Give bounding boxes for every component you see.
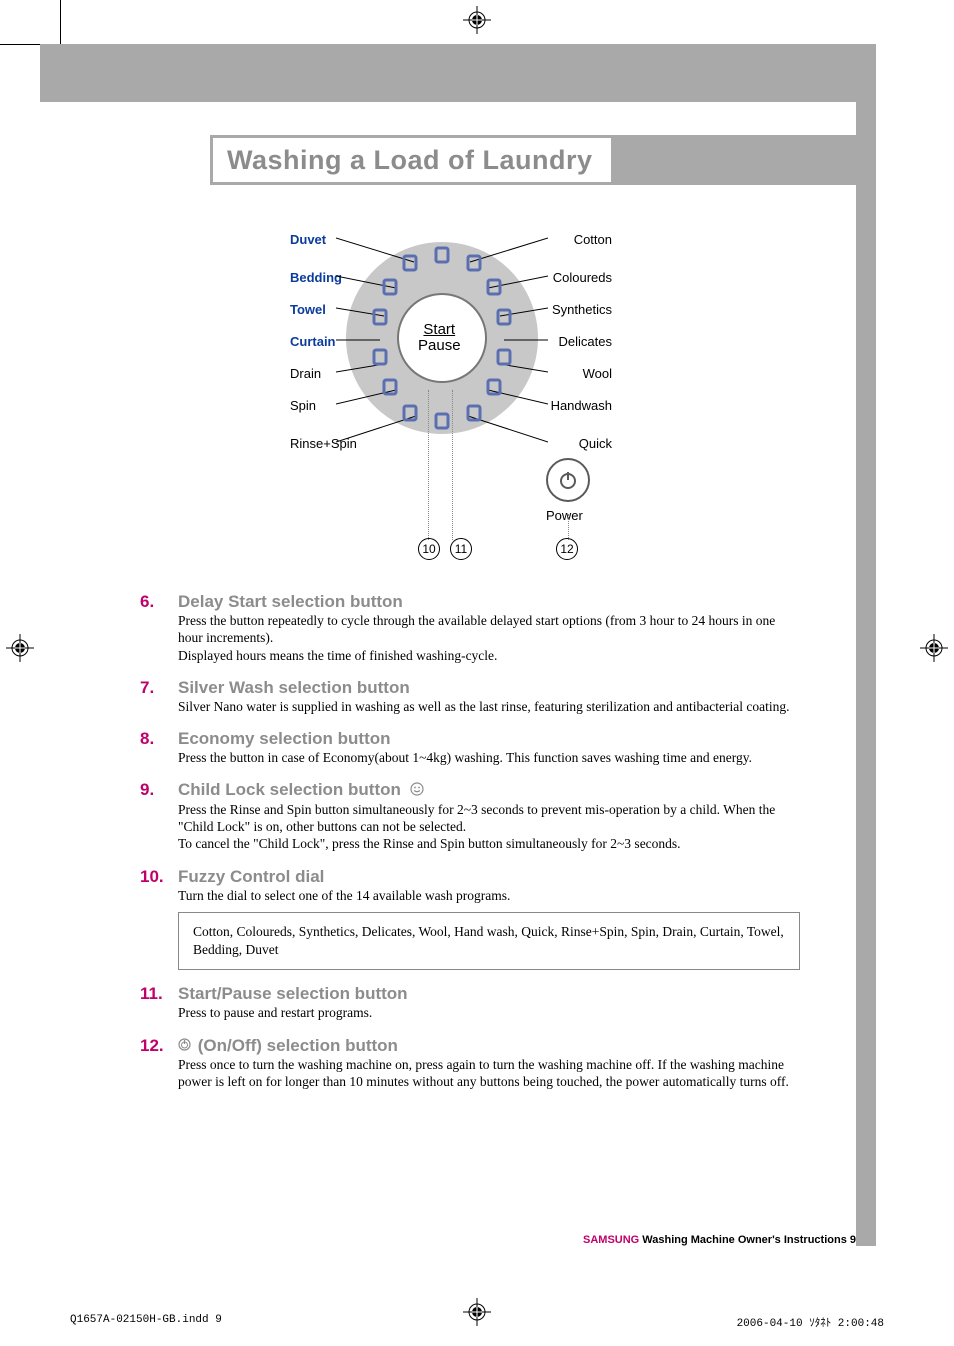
dial-label-bedding: Bedding bbox=[290, 270, 342, 285]
imposition-line: Q1657A-02150H-GB.indd 9 2006-04-10 ｿﾀﾈﾄ … bbox=[70, 1314, 884, 1330]
start-pause-label: Start Pause bbox=[418, 322, 461, 354]
program-dial-diagram: Duvet Bedding Towel Curtain Drain Spin R… bbox=[268, 218, 618, 558]
section-number: 10. bbox=[140, 867, 168, 887]
section-number: 11. bbox=[140, 984, 168, 1004]
dial-label-curtain: Curtain bbox=[290, 334, 336, 349]
section-number: 12. bbox=[140, 1036, 168, 1056]
dial-label-delicates: Delicates bbox=[559, 334, 612, 349]
program-list-box: Cotton, Coloureds, Synthetics, Delicates… bbox=[178, 912, 800, 970]
imposition-timestamp: 2006-04-10 ｿﾀﾈﾄ 2:00:48 bbox=[737, 1314, 884, 1330]
section-number: 6. bbox=[140, 592, 168, 612]
section-number: 8. bbox=[140, 729, 168, 749]
section-11: 11. Start/Pause selection button Press t… bbox=[140, 984, 800, 1021]
callout-leader bbox=[568, 514, 569, 540]
section-title: Silver Wash selection button bbox=[178, 678, 410, 698]
section-8: 8. Economy selection button Press the bu… bbox=[140, 729, 800, 766]
section-9: 9. Child Lock selection button Press the… bbox=[140, 780, 800, 852]
registration-mark-icon bbox=[6, 634, 34, 662]
dial-label-spin: Spin bbox=[290, 398, 316, 413]
dial-label-synthetics: Synthetics bbox=[552, 302, 612, 317]
page-footer: SAMSUNG Washing Machine Owner's Instruct… bbox=[140, 1234, 856, 1246]
footer-text: Washing Machine Owner's Instructions bbox=[639, 1234, 850, 1246]
title-bar: Washing a Load of Laundry bbox=[210, 135, 856, 185]
callout-10: 10 bbox=[418, 538, 440, 560]
section-title: Start/Pause selection button bbox=[178, 984, 408, 1004]
power-label: Power bbox=[546, 508, 583, 523]
power-button-icon bbox=[546, 458, 590, 502]
section-body: Turn the dial to select one of the 14 av… bbox=[178, 887, 800, 904]
callout-12: 12 bbox=[556, 538, 578, 560]
dial-label-wool: Wool bbox=[583, 366, 612, 381]
dial-label-coloureds: Coloureds bbox=[553, 270, 612, 285]
section-12: 12. (On/Off) selection button Press once… bbox=[140, 1036, 800, 1091]
section-number: 9. bbox=[140, 780, 168, 800]
section-body: Press the button in case of Economy(abou… bbox=[178, 749, 800, 766]
callout-leader bbox=[452, 390, 453, 540]
dial-label-drain: Drain bbox=[290, 366, 321, 381]
power-icon bbox=[178, 1036, 191, 1056]
dial-label-handwash: Handwash bbox=[551, 398, 612, 413]
dial-label-towel: Towel bbox=[290, 302, 326, 317]
section-number: 7. bbox=[140, 678, 168, 698]
section-body: Press the button repeatedly to cycle thr… bbox=[178, 612, 800, 664]
smiley-icon bbox=[410, 781, 424, 801]
section-body: Press once to turn the washing machine o… bbox=[178, 1056, 800, 1091]
registration-mark-icon bbox=[920, 634, 948, 662]
margin-bar bbox=[856, 44, 876, 1246]
dial-label-duvet: Duvet bbox=[290, 232, 326, 247]
section-body: Silver Nano water is supplied in washing… bbox=[178, 698, 800, 715]
page-title: Washing a Load of Laundry bbox=[227, 145, 593, 176]
dial-label-quick: Quick bbox=[579, 436, 612, 451]
section-7: 7. Silver Wash selection button Silver N… bbox=[140, 678, 800, 715]
section-title: (On/Off) selection button bbox=[178, 1036, 398, 1057]
callout-11: 11 bbox=[450, 538, 472, 560]
footer-brand: SAMSUNG bbox=[583, 1234, 639, 1246]
header-stripe bbox=[40, 44, 876, 102]
section-title: Economy selection button bbox=[178, 729, 391, 749]
section-title: Delay Start selection button bbox=[178, 592, 403, 612]
section-title: Fuzzy Control dial bbox=[178, 867, 324, 887]
callout-leader bbox=[428, 390, 429, 540]
sections: 6. Delay Start selection button Press th… bbox=[140, 592, 800, 1105]
section-6: 6. Delay Start selection button Press th… bbox=[140, 592, 800, 664]
section-10: 10. Fuzzy Control dial Turn the dial to … bbox=[140, 867, 800, 971]
section-title: Child Lock selection button bbox=[178, 780, 424, 801]
imposition-file: Q1657A-02150H-GB.indd 9 bbox=[70, 1314, 222, 1330]
dial-label-cotton: Cotton bbox=[574, 232, 612, 247]
section-body: Press to pause and restart programs. bbox=[178, 1004, 800, 1021]
registration-mark-icon bbox=[463, 6, 491, 34]
footer-page-number: 9 bbox=[850, 1234, 856, 1246]
crop-mark bbox=[60, 0, 61, 44]
section-body: Press the Rinse and Spin button simultan… bbox=[178, 801, 800, 853]
